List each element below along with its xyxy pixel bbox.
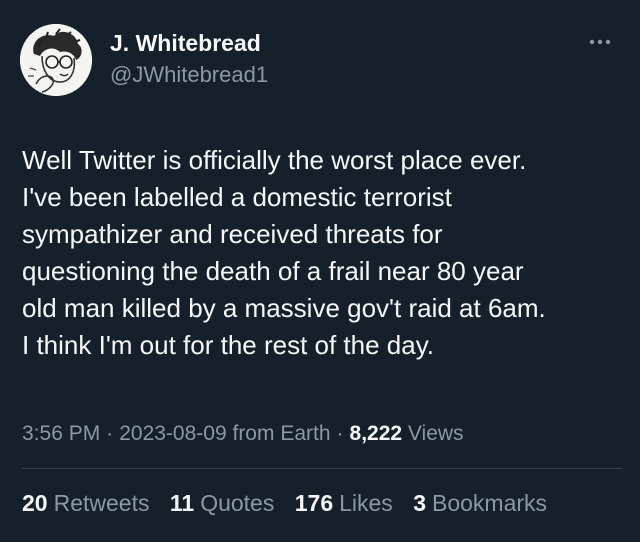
meta-separator: · — [106, 422, 114, 445]
divider — [22, 468, 622, 469]
tweet-text-line: Well Twitter is officially the worst pla… — [22, 145, 527, 175]
quotes-count: 11 — [169, 490, 195, 516]
more-horizontal-icon — [589, 39, 611, 45]
avatar-sketch-image — [20, 24, 92, 96]
retweets-stat[interactable]: 20 Retweets — [22, 490, 149, 516]
tweet-text: Well Twitter is officially the worst pla… — [22, 142, 622, 364]
avatar[interactable] — [20, 24, 92, 96]
meta-separator: · — [336, 422, 344, 445]
likes-label: Likes — [339, 490, 393, 516]
tweet-time[interactable]: 3:56 PM — [22, 422, 100, 445]
tweet-card: J. Whitebread @JWhitebread1 Well Twitter… — [0, 0, 640, 542]
bookmarks-stat[interactable]: 3 Bookmarks — [413, 490, 547, 516]
views-count[interactable]: 8,222 — [350, 422, 403, 445]
quotes-label: Quotes — [200, 490, 275, 516]
more-options-button[interactable] — [584, 32, 616, 52]
likes-stat[interactable]: 176 Likes — [295, 490, 393, 516]
tweet-text-line: I think I'm out for the rest of the day. — [22, 330, 435, 360]
tweet-meta: 3:56 PM · 2023-08-09 from Earth · 8,222 View… — [22, 422, 464, 446]
tweet-date[interactable]: 2023-08-09 — [119, 422, 226, 445]
tweet-text-line: old man killed by a massive gov't raid a… — [22, 293, 546, 323]
quotes-stat[interactable]: 11 Quotes — [170, 490, 274, 516]
views-label[interactable]: Views — [408, 422, 464, 445]
retweets-count: 20 — [22, 490, 48, 516]
tweet-text-line: sympathizer and received threats for — [22, 219, 443, 249]
tweet-source: from Earth — [232, 422, 331, 445]
author-name[interactable]: J. Whitebread — [110, 30, 261, 57]
likes-count: 176 — [294, 490, 334, 516]
retweets-label: Retweets — [53, 490, 150, 516]
tweet-text-line: questioning the death of a frail near 80… — [22, 256, 524, 286]
tweet-text-line: I've been labelled a domestic terrorist — [22, 182, 452, 212]
engagement-stats: 20 Retweets 11 Quotes 176 Likes 3 Bookmarks — [22, 490, 561, 517]
bookmarks-count: 3 — [413, 490, 426, 516]
bookmarks-label: Bookmarks — [432, 490, 548, 516]
author-handle[interactable]: @JWhitebread1 — [110, 62, 268, 88]
